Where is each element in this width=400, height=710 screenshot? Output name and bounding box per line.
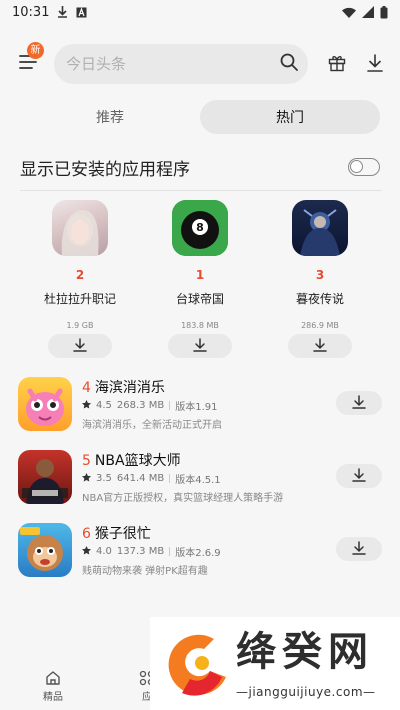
app-name: NBA篮球大师 — [94, 453, 181, 469]
gift-icon — [328, 54, 346, 76]
nav-label: 精品 — [43, 692, 63, 703]
home-icon — [23, 668, 83, 688]
download-button[interactable] — [288, 334, 352, 358]
toggle-knob — [350, 160, 363, 173]
top-app-card[interactable]: 8 1 台球帝国 183.8 MB — [150, 200, 250, 358]
top-app-card[interactable]: 3 暮夜传说 286.9 MB — [270, 200, 370, 358]
download-icon — [73, 337, 87, 356]
app-size: 641.4 MB — [116, 473, 165, 484]
star-icon — [82, 472, 91, 485]
top-app-size: 286.9 MB — [301, 321, 339, 330]
download-icon — [313, 337, 327, 356]
app-version: 版本4.5.1 — [175, 475, 221, 486]
app-rank: 6 — [82, 526, 91, 542]
meta-separator — [169, 547, 171, 556]
gift-button[interactable] — [324, 52, 350, 78]
notification-a-icon — [76, 6, 87, 18]
download-icon — [367, 54, 383, 76]
app-version: 版本2.6.9 — [175, 548, 221, 559]
search-icon[interactable] — [280, 53, 298, 75]
app-rank: 5 — [82, 453, 91, 469]
app-title: 6 猴子很忙 — [82, 523, 151, 543]
top-bar: 新 — [0, 42, 400, 84]
app-icon — [52, 200, 108, 256]
top-app-name: 台球帝国 — [175, 292, 224, 306]
app-description: 海滨消消乐，全新活动正式开启 — [82, 420, 222, 431]
app-description: 贱萌动物来袭 弹射PK超有趣 — [82, 566, 208, 577]
app-name: 猴子很忙 — [94, 526, 151, 542]
top-app-size: 1.9 GB — [66, 321, 94, 330]
app-icon — [292, 200, 348, 256]
app-size: 268.3 MB — [116, 400, 165, 411]
app-description: NBA官方正版授权，真实篮球经理人策略手游 — [82, 493, 284, 504]
tab-bar: 推荐 热门 — [20, 100, 380, 134]
download-button[interactable] — [336, 391, 382, 415]
app-rating: 3.5 — [96, 473, 112, 484]
star-icon — [82, 399, 91, 412]
list-item[interactable]: 4 海滨消消乐 4.5 268.3 MB 版本1.91 海滨消消乐，全新活动正式开… — [18, 377, 382, 433]
app-icon — [18, 523, 72, 577]
top-app-size: 183.8 MB — [181, 321, 219, 330]
tab-hot[interactable]: 热门 — [200, 100, 380, 134]
list-item[interactable]: 5 NBA篮球大师 3.5 641.4 MB 版本4.5.1 NBA官方正版授权，… — [18, 450, 382, 506]
svg-text:8: 8 — [196, 221, 204, 234]
status-time: 10:31 — [12, 4, 50, 20]
app-name: 海滨消消乐 — [94, 380, 165, 396]
tab-recommend[interactable]: 推荐 — [20, 100, 200, 134]
app-meta: 4.0 137.3 MB 版本2.6.9 — [82, 544, 221, 559]
battery-icon — [380, 5, 388, 19]
app-icon — [18, 377, 72, 431]
meta-separator — [169, 474, 171, 483]
watermark-title: 绛癸网 — [236, 629, 374, 675]
new-badge: 新 — [27, 42, 44, 59]
watermark-url: —jiangguijiuye.com— — [236, 685, 376, 699]
status-bar: 10:31 — [0, 0, 400, 24]
app-rating: 4.0 — [96, 546, 112, 557]
show-installed-row: 显示已安装的应用程序 — [20, 150, 380, 184]
wifi-icon — [342, 7, 356, 18]
download-button[interactable] — [336, 537, 382, 561]
app-title: 5 NBA篮球大师 — [82, 450, 181, 470]
download-icon — [352, 540, 366, 559]
app-rank: 4 — [82, 380, 91, 396]
top-app-name: 暮夜传说 — [295, 292, 344, 306]
app-meta: 4.5 268.3 MB 版本1.91 — [82, 398, 217, 413]
watermark-logo — [162, 625, 232, 707]
star-icon — [82, 545, 91, 558]
download-button[interactable] — [336, 464, 382, 488]
show-installed-toggle[interactable] — [348, 158, 380, 176]
list-item[interactable]: 6 猴子很忙 4.0 137.3 MB 版本2.6.9 贱萌动物来袭 弹射PK超有… — [18, 523, 382, 579]
app-icon: 8 — [172, 200, 228, 256]
top-app-name: 杜拉拉升职记 — [43, 292, 116, 306]
search-input[interactable] — [66, 55, 280, 73]
app-meta: 3.5 641.4 MB 版本4.5.1 — [82, 471, 221, 486]
app-rating: 4.5 — [96, 400, 112, 411]
top-three-section: 2 杜拉拉升职记 1.9 GB 8 1 台球帝国 183.8 MB 3 暮夜传说… — [20, 200, 380, 360]
divider — [20, 190, 382, 191]
top-app-rank: 3 — [315, 268, 325, 282]
watermark: 绛癸网 —jiangguijiuye.com— — [150, 617, 400, 710]
app-version: 版本1.91 — [175, 402, 218, 413]
download-icon — [193, 337, 207, 356]
top-app-card[interactable]: 2 杜拉拉升职记 1.9 GB — [30, 200, 130, 358]
download-icon — [352, 467, 366, 486]
downloads-button[interactable] — [362, 52, 388, 78]
download-button[interactable] — [48, 334, 112, 358]
show-installed-label: 显示已安装的应用程序 — [20, 159, 190, 180]
search-box[interactable] — [54, 44, 308, 84]
top-app-rank: 2 — [75, 268, 85, 282]
app-icon — [18, 450, 72, 504]
app-size: 137.3 MB — [116, 546, 165, 557]
download-icon — [352, 394, 366, 413]
signal-icon — [362, 6, 374, 18]
app-title: 4 海滨消消乐 — [82, 377, 165, 397]
download-status-icon — [57, 6, 68, 18]
nav-item-featured[interactable]: 精品 — [23, 668, 83, 703]
download-button[interactable] — [168, 334, 232, 358]
meta-separator — [169, 401, 171, 410]
top-app-rank: 1 — [195, 268, 205, 282]
